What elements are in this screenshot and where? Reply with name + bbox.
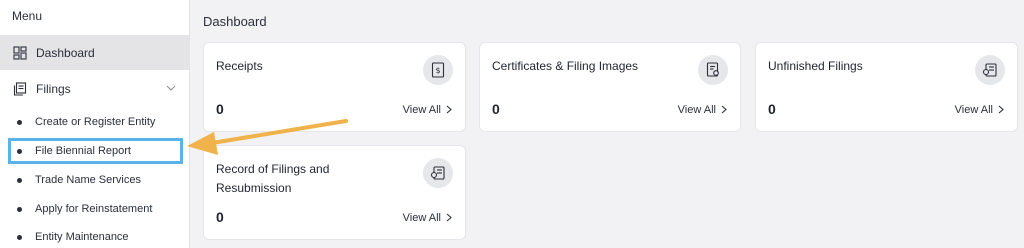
- card-count: 0: [768, 101, 776, 117]
- view-all-link[interactable]: View All: [403, 212, 441, 224]
- sidebar-subitem-reinstatement[interactable]: Apply for Reinstatement: [0, 196, 189, 222]
- sidebar-subitem-create-register[interactable]: Create or Register Entity: [0, 109, 189, 135]
- menu-title: Menu: [12, 9, 43, 23]
- sidebar-item-label: Filings: [36, 81, 71, 96]
- sidebar-subitem-trade-name[interactable]: Trade Name Services: [0, 167, 189, 193]
- bullet-icon: [17, 177, 22, 183]
- card-count: 0: [216, 101, 224, 117]
- sidebar-subitem-entity-maintenance[interactable]: Entity Maintenance: [0, 224, 189, 248]
- chevron-right-icon[interactable]: [446, 213, 452, 222]
- chevron-right-icon[interactable]: [998, 105, 1004, 114]
- record-of-filings-card: Record of Filings and Resubmission 0 Vie…: [203, 145, 466, 240]
- filings-icon: [13, 81, 27, 96]
- sidebar-item-filings[interactable]: Filings: [0, 71, 189, 106]
- card-count: 0: [216, 209, 224, 225]
- svg-text:$: $: [435, 66, 440, 75]
- document-icon: [975, 55, 1005, 85]
- view-all-link[interactable]: View All: [678, 104, 716, 116]
- page-title: Dashboard: [203, 14, 267, 29]
- view-all-link[interactable]: View All: [403, 104, 441, 116]
- bullet-icon: [17, 206, 22, 212]
- unfinished-filings-card: Unfinished Filings 0 View All: [755, 42, 1018, 132]
- sidebar-subitem-label: Apply for Reinstatement: [35, 203, 153, 215]
- highlight-box: [8, 138, 183, 164]
- receipts-card: Receipts $ 0 View All: [203, 42, 466, 132]
- sidebar-item-dashboard[interactable]: Dashboard: [0, 35, 189, 70]
- chevron-right-icon[interactable]: [721, 105, 727, 114]
- sidebar: Menu Dashboard Filings Create or Registe…: [0, 0, 190, 248]
- sidebar-subitem-label: Trade Name Services: [35, 174, 141, 186]
- certificate-icon: [698, 55, 728, 85]
- certificates-card: Certificates & Filing Images 0 View All: [479, 42, 741, 132]
- bullet-icon: [17, 234, 22, 240]
- document-icon: [423, 158, 453, 188]
- sidebar-subitem-label: Entity Maintenance: [35, 231, 129, 243]
- card-title: Receipts: [216, 59, 263, 73]
- receipt-icon: $: [423, 55, 453, 85]
- card-count: 0: [492, 101, 500, 117]
- card-title: Certificates & Filing Images: [492, 59, 639, 73]
- chevron-down-icon[interactable]: [166, 84, 176, 92]
- bullet-icon: [17, 119, 22, 125]
- dashboard-icon: [13, 45, 27, 60]
- sidebar-item-label: Dashboard: [36, 45, 95, 60]
- sidebar-subitem-label: Create or Register Entity: [35, 116, 156, 128]
- chevron-right-icon[interactable]: [446, 105, 452, 114]
- card-title: Record of Filings and Resubmission: [216, 162, 330, 195]
- view-all-link[interactable]: View All: [955, 104, 993, 116]
- card-title: Unfinished Filings: [768, 59, 863, 73]
